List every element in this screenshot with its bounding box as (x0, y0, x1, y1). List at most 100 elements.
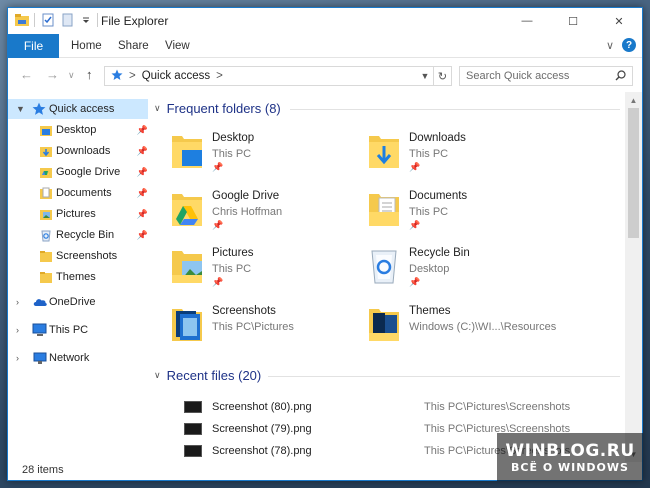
customize-toolbar-icon[interactable] (81, 13, 91, 27)
folder-name: Desktop (212, 132, 255, 144)
folder-tile-pictures[interactable]: Pictures This PC 📌 (170, 245, 365, 299)
pin-icon[interactable]: 📌 (137, 188, 148, 199)
sidebar-item-label: Quick access (49, 103, 115, 115)
recycle-bin-icon (367, 245, 401, 287)
properties-icon[interactable] (41, 13, 55, 27)
window-title: File Explorer (101, 14, 169, 28)
folder-location: Windows (C:)\WI...\Resources (409, 321, 557, 333)
desktop-folder-icon (170, 130, 204, 172)
sidebar-item-pictures[interactable]: Pictures 📌 (8, 204, 148, 224)
breadcrumb-separator[interactable]: > (129, 70, 136, 82)
scrollbar-thumb[interactable] (628, 108, 639, 238)
minimize-button[interactable]: — (504, 8, 550, 34)
sidebar-item-desktop[interactable]: Desktop 📌 (8, 120, 148, 140)
desktop-folder-icon (39, 123, 53, 137)
vertical-scrollbar[interactable]: ▲ ▼ (625, 92, 642, 462)
chevron-right-icon[interactable]: › (16, 297, 19, 307)
pictures-folder-icon (39, 207, 53, 221)
sidebar-item-documents[interactable]: Documents 📌 (8, 183, 148, 203)
tab-home[interactable]: Home (71, 34, 102, 58)
close-button[interactable]: ✕ (596, 8, 642, 34)
documents-folder-icon (39, 186, 53, 200)
image-file-icon (184, 401, 202, 413)
pin-icon: 📌 (212, 220, 224, 230)
chevron-down-icon[interactable]: ∨ (154, 103, 161, 114)
folder-tile-downloads[interactable]: Downloads This PC 📌 (367, 130, 562, 184)
scroll-up-icon[interactable]: ▲ (625, 92, 642, 108)
back-button[interactable]: ← (20, 67, 33, 82)
sidebar-item-label: Network (49, 352, 90, 364)
folder-tile-desktop[interactable]: Desktop This PC 📌 (170, 130, 365, 184)
chevron-right-icon[interactable]: › (16, 353, 19, 363)
folder-tile-screenshots[interactable]: Screenshots This PC\Pictures (170, 303, 365, 357)
sidebar-item-quick-access[interactable]: ▼ Quick access (8, 99, 148, 119)
recent-locations-button[interactable]: ∨ (68, 70, 75, 81)
sidebar-item-google-drive[interactable]: Google Drive 📌 (8, 162, 148, 182)
breadcrumb: > Quick access > (105, 69, 417, 84)
search-icon[interactable] (615, 70, 626, 84)
recent-files-header[interactable]: ∨ Recent files (20) (154, 368, 261, 383)
address-bar[interactable]: > Quick access > ▼ ↻ (104, 66, 452, 86)
list-item[interactable]: Screenshot (80).png This PC\Pictures\Scr… (184, 398, 624, 416)
chevron-right-icon[interactable]: › (16, 325, 19, 335)
chevron-down-icon[interactable]: ∨ (154, 370, 161, 381)
sidebar-item-onedrive[interactable]: › OneDrive (8, 292, 148, 312)
breadcrumb-separator[interactable]: > (216, 70, 223, 82)
expand-ribbon-icon[interactable]: ∨ (606, 39, 614, 52)
forward-button[interactable]: → (46, 67, 59, 82)
pin-icon: 📌 (212, 162, 224, 172)
breadcrumb-quick-access[interactable]: Quick access (142, 70, 210, 82)
sidebar-item-downloads[interactable]: Downloads 📌 (8, 141, 148, 161)
computer-icon (32, 323, 47, 337)
folder-tile-documents[interactable]: Documents This PC 📌 (367, 188, 562, 242)
sidebar-item-label: Screenshots (56, 250, 118, 262)
sidebar-item-this-pc[interactable]: › This PC (8, 320, 148, 340)
file-name: Screenshot (78).png (212, 445, 312, 457)
sidebar-item-label: Recycle Bin (56, 229, 115, 241)
tab-file[interactable]: File (8, 34, 59, 58)
toolbar-separator (34, 13, 35, 27)
sidebar-item-recycle-bin[interactable]: Recycle Bin 📌 (8, 225, 148, 245)
sidebar-item-label: This PC (49, 324, 89, 336)
up-button[interactable]: ↑ (86, 67, 93, 82)
folder-location: This PC (409, 206, 449, 218)
folder-tile-recycle-bin[interactable]: Recycle Bin Desktop 📌 (367, 245, 562, 299)
frequent-folders-header[interactable]: ∨ Frequent folders (8) (154, 101, 281, 116)
pin-icon: 📌 (409, 162, 421, 172)
search-input[interactable]: Search Quick access (459, 66, 633, 86)
new-folder-icon[interactable] (61, 13, 75, 27)
pin-icon[interactable]: 📌 (137, 230, 148, 241)
folder-tile-google-drive[interactable]: Google Drive Chris Hoffman 📌 (170, 188, 365, 242)
recycle-bin-icon (39, 228, 53, 242)
file-path: This PC\Pictures\Screenshots (424, 401, 571, 413)
window-controls: — ☐ ✕ (504, 8, 642, 34)
folder-name: Google Drive (212, 190, 280, 202)
tab-view[interactable]: View (165, 34, 190, 58)
file-explorer-icon (14, 13, 29, 27)
star-icon (111, 69, 123, 84)
pin-icon[interactable]: 📌 (137, 209, 148, 220)
group-title: Recent files (20) (166, 368, 262, 383)
chevron-down-icon[interactable]: ▼ (417, 71, 433, 81)
sidebar-item-screenshots[interactable]: Screenshots (8, 246, 148, 266)
folder-location: This PC (212, 263, 252, 275)
pin-icon[interactable]: 📌 (137, 146, 148, 157)
pin-icon[interactable]: 📌 (137, 167, 148, 178)
sidebar-item-label: Documents (56, 187, 112, 199)
folder-tile-themes[interactable]: Themes Windows (C:)\WI...\Resources (367, 303, 562, 357)
help-icon[interactable]: ? (622, 38, 636, 52)
sidebar-item-themes[interactable]: Themes (8, 267, 148, 287)
refresh-button[interactable]: ↻ (433, 67, 451, 85)
quick-access-toolbar (14, 13, 98, 27)
folder-location: Desktop (409, 263, 450, 275)
pin-icon: 📌 (212, 277, 224, 287)
content-pane: ∨ Frequent folders (8) Desktop This PC 📌… (150, 92, 625, 462)
maximize-button[interactable]: ☐ (550, 8, 596, 34)
tab-share[interactable]: Share (118, 34, 149, 58)
sidebar-item-network[interactable]: › Network (8, 348, 148, 368)
chevron-down-icon[interactable]: ▼ (16, 104, 25, 114)
pin-icon[interactable]: 📌 (137, 125, 148, 136)
item-count: 28 items (22, 464, 64, 476)
ribbon-tabs: File Home Share View ∨ ? (8, 34, 642, 58)
image-file-icon (184, 445, 202, 457)
